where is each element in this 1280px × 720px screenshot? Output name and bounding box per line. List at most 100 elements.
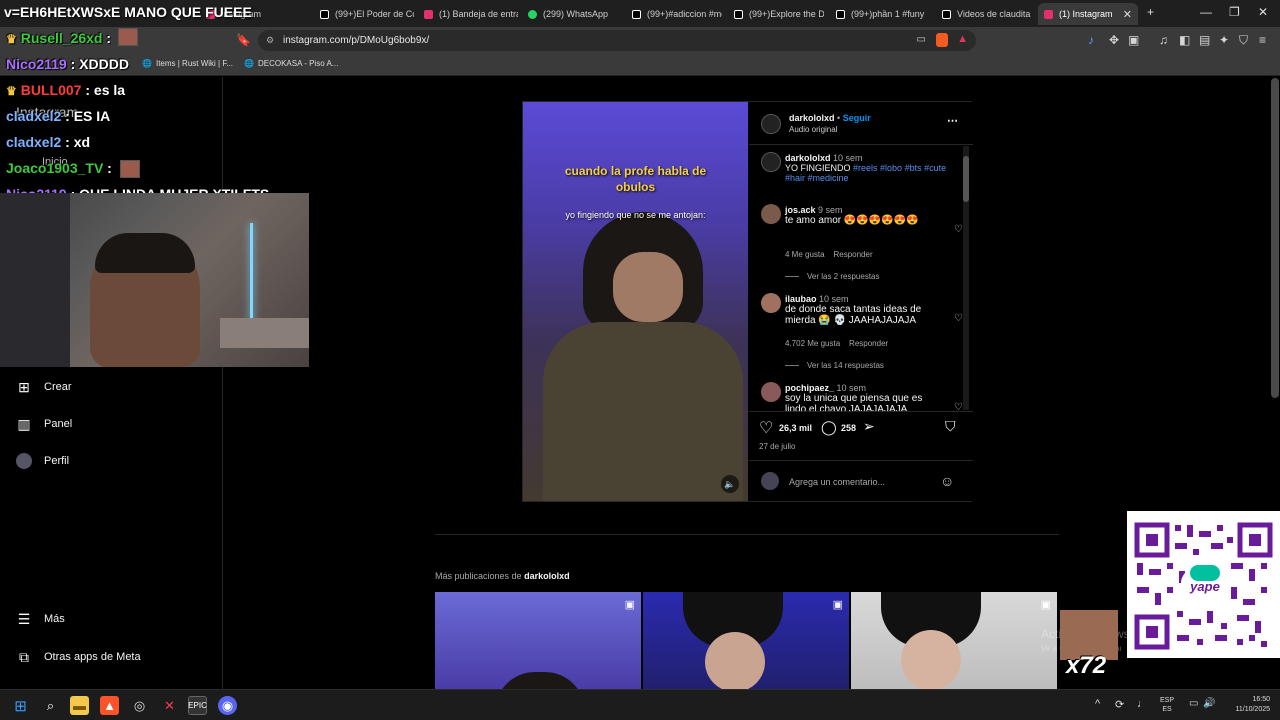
person-hair: [495, 672, 585, 689]
more-post-thumb[interactable]: ▣: [435, 592, 641, 689]
instagram-icon: [424, 9, 433, 19]
nav-more[interactable]: ☰ Más: [16, 611, 65, 627]
reel-icon: ▣: [832, 599, 843, 611]
audio-label[interactable]: Audio original: [789, 125, 837, 134]
bookmark-icon[interactable]: 🔖: [236, 33, 251, 47]
page-scrollbar[interactable]: [1271, 78, 1279, 398]
chevron-up-icon[interactable]: ^: [1095, 698, 1100, 710]
vpn-icon[interactable]: ⛉: [1239, 33, 1248, 48]
nav-meta-apps[interactable]: ⧉ Otras apps de Meta: [16, 649, 141, 665]
avatar[interactable]: [761, 293, 781, 313]
file-explorer-icon[interactable]: ▬: [70, 696, 89, 715]
post-username[interactable]: darkololxd: [789, 113, 835, 123]
view-replies[interactable]: Ver las 14 respuestas: [785, 361, 884, 370]
share-icon[interactable]: ➢: [863, 418, 875, 435]
like-count[interactable]: 26,3 mil: [779, 423, 812, 433]
comment-icon[interactable]: ◯: [821, 419, 837, 436]
bookmark-decokasa[interactable]: 🌐 DECOKASA - Piso A...: [244, 59, 338, 68]
comment: jos.ack 9 sem te amo amor 😍😍😍😍😍😍: [785, 205, 919, 226]
combo-counter: x72: [1066, 652, 1107, 679]
tab-tiktok-1[interactable]: (99+)El Poder de Co: [314, 3, 414, 25]
save-icon[interactable]: ⛉: [945, 418, 956, 435]
person-face: [901, 630, 961, 689]
follow-button[interactable]: Seguir: [843, 113, 871, 123]
avatar[interactable]: [761, 204, 781, 224]
nav-panel[interactable]: ▥ Panel: [16, 416, 72, 432]
tab-tiktok-2[interactable]: (99+)#adiccion #me: [626, 3, 722, 25]
reel-video[interactable]: cuando la profe habla de obulos yo fingi…: [523, 102, 748, 501]
microphone-icon[interactable]: ♩: [1137, 698, 1148, 710]
desk: [220, 318, 309, 348]
brave-shield-icon[interactable]: [936, 33, 948, 47]
avatar: [16, 453, 32, 469]
new-tab-icon[interactable]: +: [1147, 5, 1154, 19]
emoji-icon[interactable]: ☺: [940, 473, 954, 489]
tab-tiktok-3[interactable]: (99+)Explore the De: [728, 3, 824, 25]
more-options-icon[interactable]: ⋯: [947, 114, 958, 127]
extensions-icon[interactable]: ✥: [1109, 33, 1119, 47]
add-comment-input[interactable]: Agrega un comentario...: [789, 477, 885, 487]
nav-profile[interactable]: Perfil: [16, 453, 69, 469]
emote: [118, 28, 138, 46]
menu-icon[interactable]: ≡: [1259, 33, 1266, 47]
tab-tiktok-5[interactable]: Videos de claudita: [936, 3, 1032, 25]
audio-icon[interactable]: ♪: [1088, 33, 1094, 47]
more-post-thumb[interactable]: ▣: [851, 592, 1057, 689]
tiktok-icon: [942, 9, 951, 19]
browser-toolbar: 🔖 ⚙ instagram.com/p/DMoUg6bob9x/ ▭ ▲ ♪ ✥…: [0, 27, 1280, 54]
media-icon[interactable]: ♫: [1159, 33, 1168, 47]
brave-icon[interactable]: ▲: [100, 696, 119, 715]
site-info-icon[interactable]: ⚙: [266, 35, 274, 46]
windows-start-icon[interactable]: ⊞: [11, 696, 30, 715]
whatsapp-icon: [528, 9, 537, 19]
view-replies[interactable]: Ver las 2 respuestas: [785, 272, 879, 281]
avatar[interactable]: [761, 114, 781, 134]
close-window-icon[interactable]: ✕: [1258, 5, 1268, 19]
search-icon[interactable]: ⌕: [41, 696, 60, 715]
volume-icon[interactable]: 🔈: [721, 475, 739, 493]
comment: ilaubao 10 sem de donde saca tantas idea…: [785, 294, 922, 326]
minimize-icon[interactable]: —: [1200, 5, 1212, 19]
nav-create[interactable]: ⊞ Crear: [16, 379, 71, 395]
sync-icon[interactable]: ⟳: [1115, 698, 1124, 711]
epic-games-icon[interactable]: EPIC: [188, 696, 207, 715]
bookmark-rust-wiki[interactable]: 🌐 Items | Rust Wiki | F...: [142, 59, 233, 68]
language-indicator[interactable]: ESP ES: [1160, 696, 1174, 714]
clock[interactable]: 16:50 11/10/2025: [1226, 695, 1270, 715]
globe-icon: 🌐: [142, 59, 152, 68]
scrollbar-thumb[interactable]: [963, 156, 969, 202]
like-icon[interactable]: ♡: [759, 418, 773, 438]
cast-icon[interactable]: ▭: [917, 34, 926, 45]
tab-whatsapp[interactable]: (299) WhatsApp: [522, 3, 622, 25]
like-comment-icon[interactable]: ♡: [954, 224, 963, 235]
volume-icon[interactable]: 🔊: [1203, 698, 1215, 709]
discord-icon[interactable]: ◉: [218, 696, 237, 715]
brave-rewards-icon[interactable]: ▲: [957, 33, 968, 45]
like-comment-icon[interactable]: ♡: [954, 313, 963, 324]
maximize-icon[interactable]: ❐: [1229, 5, 1240, 19]
tab-instagram-active[interactable]: (1) Instagram ✕: [1038, 3, 1138, 25]
sidebar-icon[interactable]: ◧: [1179, 33, 1190, 47]
person-shirt: [543, 322, 743, 501]
instagram-icon: [1044, 9, 1053, 19]
webcam-feed: [0, 193, 309, 367]
bookmarks-bar: 🌐 Items | Rust Wiki | F... 🌐 DECOKASA - …: [0, 54, 1280, 76]
person-face: [613, 252, 683, 322]
tiktok-icon: [320, 9, 329, 19]
screenshot-icon[interactable]: ▣: [1128, 33, 1139, 47]
address-bar[interactable]: ⚙ instagram.com/p/DMoUg6bob9x/ ▭ ▲: [258, 30, 976, 51]
comments-scrollbar[interactable]: [963, 146, 969, 410]
close-tab-icon[interactable]: ✕: [1123, 8, 1132, 21]
leo-ai-icon[interactable]: ✦: [1219, 33, 1229, 47]
network-icon[interactable]: ▭: [1189, 698, 1198, 709]
app-icon[interactable]: ◎: [130, 696, 149, 715]
tab-inbox[interactable]: (1) Bandeja de entra: [418, 3, 518, 25]
yape-qr-code: yape: [1127, 511, 1280, 658]
app-x-icon[interactable]: ✕: [160, 696, 179, 715]
more-post-thumb[interactable]: ▣: [643, 592, 849, 689]
divider: [435, 534, 1059, 535]
wallet-icon[interactable]: ▤: [1199, 33, 1210, 47]
avatar[interactable]: [761, 382, 781, 402]
avatar[interactable]: [761, 152, 781, 172]
tab-tiktok-4[interactable]: (99+)phần 1 #funy: [830, 3, 926, 25]
